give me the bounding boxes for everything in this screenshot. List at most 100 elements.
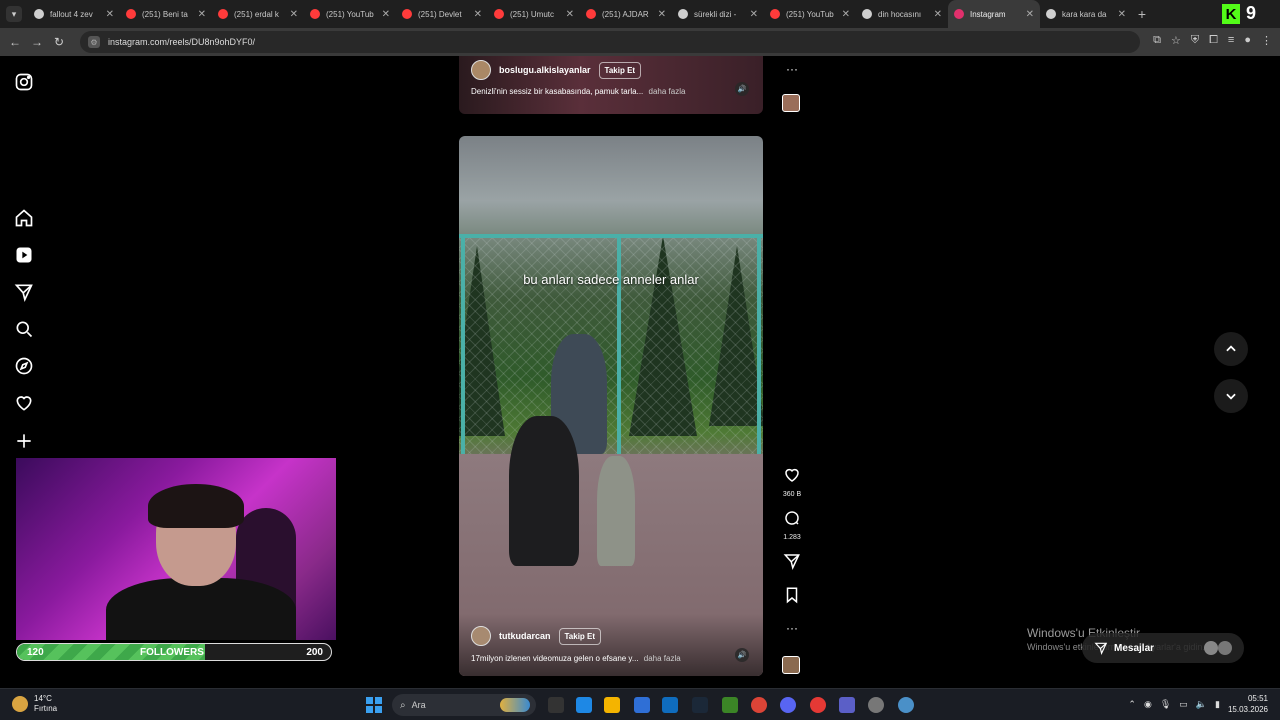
taskbar-clock[interactable]: 05:51 15.03.2026 <box>1228 693 1268 715</box>
more-link[interactable]: daha fazla <box>649 87 686 96</box>
toolbar-right-icons: ⧉ ☆ ⛨ ⧠ ≡ ● ⋮ <box>1153 34 1272 47</box>
browser-tab[interactable]: fallout 4 zev ✕ <box>28 0 120 28</box>
volume-icon[interactable]: 🔊 <box>735 82 749 96</box>
xbox-icon[interactable] <box>722 697 738 713</box>
task-view-icon[interactable] <box>548 697 564 713</box>
browser-tab[interactable]: (251) Devlet ✕ <box>396 0 488 28</box>
home-icon[interactable] <box>14 208 34 228</box>
bookmark-star-icon[interactable]: ☆ <box>1171 34 1181 47</box>
tab-close-icon[interactable]: ✕ <box>750 9 758 20</box>
browser-tab[interactable]: (251) Umutc ✕ <box>488 0 580 28</box>
reel-current[interactable]: bu anları sadece anneler anlar tutkudarc… <box>459 136 763 676</box>
tab-close-icon[interactable]: ✕ <box>934 9 942 20</box>
follow-button[interactable]: Takip Et <box>558 627 602 645</box>
author-username[interactable]: tutkudarcan <box>499 631 551 641</box>
weather-temperature: 14°C <box>34 694 52 703</box>
chain-link-fence <box>459 234 763 454</box>
media-controls-icon[interactable]: ≡ <box>1228 34 1234 47</box>
audio-thumbnail[interactable] <box>782 656 800 674</box>
install-app-icon[interactable]: ⧉ <box>1153 34 1161 47</box>
notifications-heart-icon[interactable] <box>14 393 34 413</box>
tab-search-menu-icon[interactable]: ▾ <box>6 6 22 22</box>
reels-icon[interactable] <box>14 245 34 265</box>
next-reel-button[interactable] <box>1214 379 1248 413</box>
tab-close-icon[interactable]: ✕ <box>1118 9 1126 20</box>
messages-button[interactable]: Mesajlar <box>1082 633 1244 663</box>
more-options-icon[interactable]: ··· <box>781 621 803 635</box>
browser-tab[interactable]: (251) AJDAR ✕ <box>580 0 672 28</box>
tab-close-icon[interactable]: ✕ <box>842 9 850 20</box>
widgets-icon[interactable] <box>576 697 592 713</box>
battery-icon[interactable]: ▮ <box>1215 699 1220 710</box>
microphone-icon[interactable]: 🎙 <box>1160 699 1171 710</box>
create-plus-icon[interactable] <box>14 431 34 451</box>
messages-label: Mesajlar <box>1114 642 1155 654</box>
weather-widget[interactable]: 14°C Fırtına <box>12 694 57 714</box>
like-heart-icon[interactable] <box>783 468 801 488</box>
browser-menu-icon[interactable]: ⋮ <box>1261 34 1272 47</box>
share-icon[interactable] <box>781 552 803 575</box>
settings-gear-icon[interactable] <box>868 697 884 713</box>
volume-icon[interactable]: 🔊 <box>735 648 749 662</box>
steam-icon[interactable] <box>692 697 708 713</box>
outlook-icon[interactable] <box>662 697 678 713</box>
site-info-icon[interactable]: ⚙ <box>88 36 100 48</box>
tab-close-icon[interactable]: ✕ <box>1026 9 1034 20</box>
tray-app-icon[interactable]: ◉ <box>1144 699 1152 710</box>
media-player-icon[interactable] <box>810 697 826 713</box>
more-options-icon[interactable]: ··· <box>781 62 803 76</box>
teams-icon[interactable] <box>839 697 855 713</box>
forward-arrow-icon[interactable]: → <box>26 35 48 49</box>
comment-bubble-icon[interactable] <box>783 511 801 531</box>
browser-tab[interactable]: Instagram ✕ <box>948 0 1040 28</box>
audio-thumbnail[interactable] <box>782 94 800 112</box>
follow-button[interactable]: Takip Et <box>598 61 642 79</box>
volume-icon[interactable]: 🔈 <box>1196 699 1207 710</box>
shield-extension-icon[interactable]: ⛨ <box>1191 34 1199 47</box>
new-tab-button[interactable]: + <box>1132 6 1152 22</box>
chrome-icon[interactable] <box>751 697 767 713</box>
windows-start-icon[interactable] <box>366 697 382 713</box>
tray-chevron-up-icon[interactable]: ⌃ <box>1128 699 1136 710</box>
author-avatar[interactable] <box>471 626 491 646</box>
tab-close-icon[interactable]: ✕ <box>106 9 114 20</box>
previous-reel-button[interactable] <box>1214 332 1248 366</box>
save-bookmark-icon[interactable] <box>781 586 803 609</box>
video-overlay-text: bu anları sadece anneler anlar <box>523 272 699 287</box>
tab-close-icon[interactable]: ✕ <box>382 9 390 20</box>
discord-icon[interactable] <box>780 697 796 713</box>
tab-close-icon[interactable]: ✕ <box>290 9 298 20</box>
tabs-container: fallout 4 zev ✕ (251) Beni ta ✕ (251) erdal … <box>28 0 1132 28</box>
file-explorer-icon[interactable] <box>604 697 620 713</box>
browser-tab[interactable]: din hocasını ✕ <box>856 0 948 28</box>
search-icon[interactable] <box>14 319 34 339</box>
browser-tab[interactable]: (251) Beni ta ✕ <box>120 0 212 28</box>
direct-messages-icon[interactable] <box>14 282 34 302</box>
tab-close-icon[interactable]: ✕ <box>658 9 666 20</box>
browser-globe-icon[interactable] <box>898 697 914 713</box>
instagram-logo-icon[interactable] <box>14 72 34 92</box>
reload-icon[interactable]: ↻ <box>48 35 70 49</box>
author-avatar[interactable] <box>471 60 491 80</box>
tab-close-icon[interactable]: ✕ <box>566 9 574 20</box>
back-arrow-icon[interactable]: ← <box>4 35 26 49</box>
network-icon[interactable]: ▭ <box>1179 699 1188 710</box>
extensions-puzzle-icon[interactable]: ⧠ <box>1209 34 1218 47</box>
tab-close-icon[interactable]: ✕ <box>474 9 482 20</box>
browser-tab[interactable]: (251) erdal k ✕ <box>212 0 304 28</box>
taskbar-search-box[interactable]: ⌕ Ara <box>392 694 536 716</box>
tab-favicon-icon <box>34 9 44 19</box>
browser-tab[interactable]: (251) YouTub ✕ <box>764 0 856 28</box>
author-username[interactable]: boslugu.alkislayanlar <box>499 65 591 75</box>
browser-tab[interactable]: sürekli dizi - ✕ <box>672 0 764 28</box>
reel-previous[interactable]: boslugu.alkislayanlar Takip Et Denizli'n… <box>459 56 763 114</box>
tab-close-icon[interactable]: ✕ <box>198 9 206 20</box>
explore-compass-icon[interactable] <box>14 356 34 376</box>
chevron-up-icon <box>1226 345 1236 352</box>
browser-tab[interactable]: (251) YouTub ✕ <box>304 0 396 28</box>
address-bar[interactable]: ⚙ instagram.com/reels/DU8n9ohDYF0/ <box>80 31 1140 53</box>
profile-icon[interactable]: ● <box>1244 34 1251 47</box>
browser-tab[interactable]: kara kara da ✕ <box>1040 0 1132 28</box>
more-link[interactable]: daha fazla <box>644 654 681 663</box>
microsoft-store-icon[interactable] <box>634 697 650 713</box>
